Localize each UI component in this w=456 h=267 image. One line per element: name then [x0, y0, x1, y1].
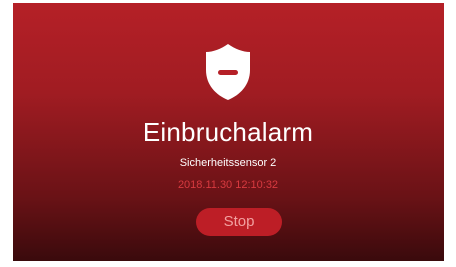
alarm-timestamp: 2018.11.30 12:10:32	[177, 179, 279, 191]
sensor-name: Sicherheitssensor 2	[179, 157, 277, 169]
alarm-title: Einbruchalarm	[142, 117, 314, 147]
shield-icon	[206, 44, 250, 100]
stop-button[interactable]: Stop	[196, 208, 282, 236]
